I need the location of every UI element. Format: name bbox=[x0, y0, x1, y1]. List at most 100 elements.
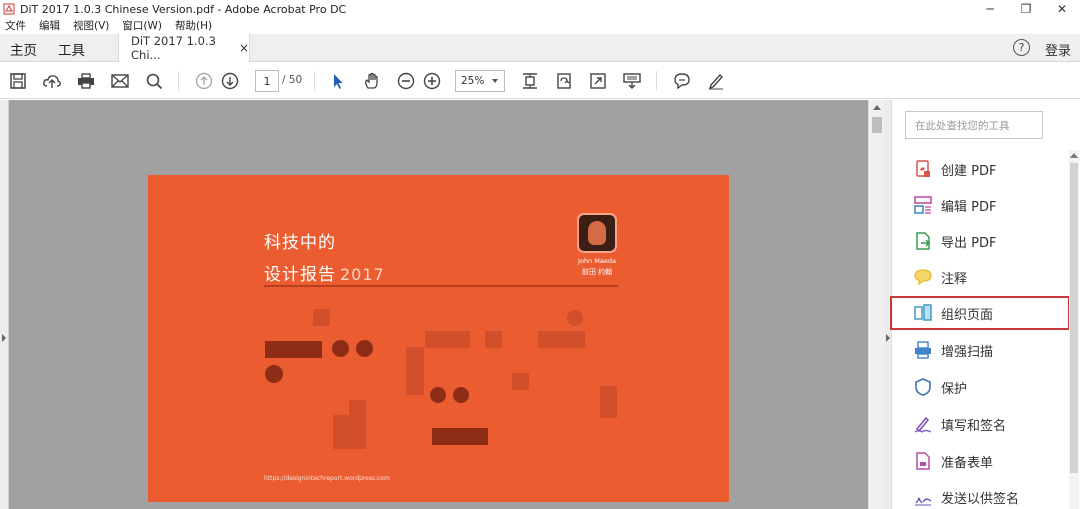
restore-button[interactable]: ❐ bbox=[1008, 0, 1044, 18]
decor-dot bbox=[265, 365, 283, 383]
menu-edit[interactable]: 编辑 bbox=[39, 18, 60, 33]
next-page-icon[interactable] bbox=[218, 69, 242, 93]
tool-export-pdf[interactable]: 导出 PDF bbox=[893, 224, 1069, 258]
tool-fill-sign[interactable]: 填写和签名 bbox=[893, 407, 1069, 441]
decor-block bbox=[349, 400, 366, 415]
create-pdf-icon bbox=[916, 160, 930, 177]
menu-help[interactable]: 帮助(H) bbox=[175, 18, 212, 33]
tool-send-for-signature[interactable]: 发送以供签名 bbox=[893, 480, 1069, 509]
decor-block bbox=[432, 428, 488, 445]
print-icon[interactable] bbox=[74, 69, 98, 93]
decor-dot bbox=[356, 340, 373, 357]
chevron-right-icon bbox=[886, 334, 890, 342]
select-arrow-icon[interactable] bbox=[326, 69, 350, 93]
toolbar: 1 / 50 25% bbox=[0, 63, 1080, 99]
window-title: DiT 2017 1.0.3 Chinese Version.pdf - Ado… bbox=[20, 2, 347, 16]
tool-label: 编辑 PDF bbox=[941, 199, 997, 215]
tool-protect[interactable]: 保护 bbox=[893, 370, 1069, 404]
close-tab-icon[interactable]: × bbox=[239, 41, 249, 55]
tab-document[interactable]: DiT 2017 1.0.3 Chi... × bbox=[118, 34, 250, 62]
rotate-icon[interactable] bbox=[552, 69, 576, 93]
help-button[interactable]: ? bbox=[1013, 39, 1030, 56]
organize-pages-icon bbox=[914, 304, 932, 321]
decor-block bbox=[406, 347, 424, 395]
chevron-right-icon bbox=[2, 334, 6, 342]
decor-block bbox=[265, 341, 322, 358]
menu-file[interactable]: 文件 bbox=[5, 18, 26, 33]
author-avatar bbox=[577, 213, 617, 253]
chevron-down-icon bbox=[492, 79, 498, 83]
hand-icon[interactable] bbox=[360, 69, 384, 93]
decor-block bbox=[313, 309, 330, 326]
author-name-en: John Maeda bbox=[578, 257, 616, 265]
protect-icon bbox=[915, 378, 931, 396]
menu-view[interactable]: 视图(V) bbox=[73, 18, 109, 33]
left-panel-toggle[interactable] bbox=[0, 100, 9, 509]
cover-title-line1: 科技中的 bbox=[264, 233, 336, 253]
tool-enhance-scan[interactable]: 增强扫描 bbox=[893, 333, 1069, 367]
minimize-button[interactable]: ─ bbox=[972, 0, 1008, 18]
tab-bar: 主页 工具 DiT 2017 1.0.3 Chi... × ? 登录 bbox=[0, 34, 1080, 62]
comment-icon bbox=[914, 269, 932, 286]
page-total: / 50 bbox=[282, 74, 303, 86]
scroll-thumb[interactable] bbox=[1070, 163, 1078, 473]
tool-create-pdf[interactable]: 创建 PDF bbox=[893, 152, 1069, 186]
cover-title-line2: 设计报告 2017 bbox=[264, 260, 385, 285]
tab-tools[interactable]: 工具 bbox=[58, 39, 85, 59]
zoom-in-icon[interactable] bbox=[420, 69, 444, 93]
decor-dot bbox=[430, 387, 446, 403]
title-bar: DiT 2017 1.0.3 Chinese Version.pdf - Ado… bbox=[0, 0, 1080, 18]
sign-icon[interactable] bbox=[704, 69, 728, 93]
decor-block bbox=[425, 331, 470, 348]
tool-search-input[interactable]: 在此处查找您的工具 bbox=[905, 111, 1043, 139]
menu-window[interactable]: 窗口(W) bbox=[122, 18, 162, 33]
close-window-button[interactable]: ✕ bbox=[1044, 0, 1080, 18]
cover-url: https://designintechreport.wordpress.com bbox=[264, 475, 390, 482]
search-icon[interactable] bbox=[142, 69, 166, 93]
tool-organize-pages[interactable]: 组织页面 bbox=[890, 296, 1070, 330]
scroll-up-icon[interactable] bbox=[1070, 153, 1078, 158]
menu-bar: 文件 编辑 视图(V) 窗口(W) 帮助(H) bbox=[0, 18, 220, 33]
tool-prepare-form[interactable]: 准备表单 bbox=[893, 444, 1069, 478]
zoom-out-icon[interactable] bbox=[394, 69, 418, 93]
scroll-up-icon[interactable] bbox=[873, 105, 881, 110]
tools-pane: 在此处查找您的工具 创建 PDF 编辑 PDF 导出 PDF 注释 组织页面 增… bbox=[890, 100, 1080, 509]
toolbar-separator bbox=[314, 71, 315, 91]
fit-page-icon[interactable] bbox=[518, 69, 542, 93]
prev-page-icon[interactable] bbox=[192, 69, 216, 93]
send-sign-icon bbox=[915, 497, 932, 506]
acrobat-icon bbox=[3, 3, 15, 15]
zoom-value: 25% bbox=[461, 75, 485, 87]
save-icon[interactable] bbox=[6, 69, 30, 93]
author-name-cn: 前田 约翰 bbox=[581, 268, 613, 276]
decor-dot bbox=[567, 310, 583, 326]
read-mode-icon[interactable] bbox=[620, 69, 644, 93]
tool-label: 导出 PDF bbox=[941, 235, 997, 251]
upload-icon[interactable] bbox=[40, 69, 64, 93]
fill-sign-icon bbox=[914, 416, 932, 433]
enhance-scan-icon bbox=[915, 341, 931, 359]
window-controls: ─ ❐ ✕ bbox=[972, 0, 1080, 18]
decor-block bbox=[485, 331, 502, 348]
cover-title-text: 设计报告 bbox=[264, 265, 336, 285]
export-pdf-icon bbox=[916, 232, 931, 250]
zoom-select[interactable]: 25% bbox=[455, 70, 505, 92]
tools-scrollbar[interactable] bbox=[1069, 150, 1079, 509]
mail-icon[interactable] bbox=[108, 69, 132, 93]
tab-home[interactable]: 主页 bbox=[10, 39, 37, 59]
tool-label: 填写和签名 bbox=[941, 418, 1007, 434]
fullscreen-icon[interactable] bbox=[586, 69, 610, 93]
tool-label: 增强扫描 bbox=[941, 344, 994, 360]
comment-icon[interactable] bbox=[670, 69, 694, 93]
decor-dot bbox=[332, 340, 349, 357]
author-face bbox=[588, 221, 606, 245]
cover-divider bbox=[264, 285, 618, 287]
tool-label: 组织页面 bbox=[941, 307, 994, 323]
tool-edit-pdf[interactable]: 编辑 PDF bbox=[893, 188, 1069, 222]
login-link[interactable]: 登录 bbox=[1045, 40, 1071, 59]
tool-label: 注释 bbox=[941, 271, 968, 287]
scroll-thumb[interactable] bbox=[872, 117, 882, 133]
tool-comment[interactable]: 注释 bbox=[893, 260, 1069, 294]
vertical-scrollbar[interactable] bbox=[868, 100, 884, 509]
page-number-input[interactable]: 1 bbox=[255, 70, 279, 92]
